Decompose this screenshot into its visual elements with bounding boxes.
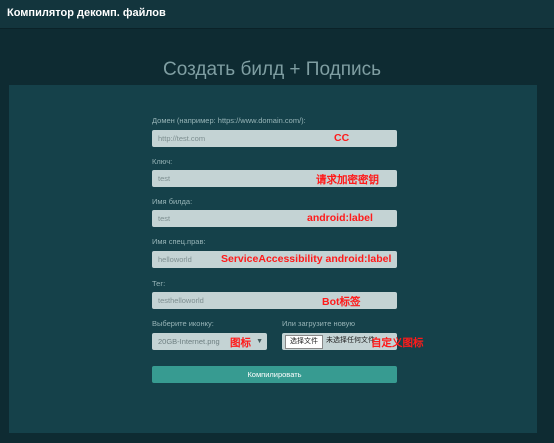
icon-select-annotation: 图标 xyxy=(230,337,251,349)
special-rights-annotation: ServiceAccessibility android:label xyxy=(221,253,392,265)
domain-input[interactable]: http://test.com xyxy=(152,130,397,147)
icon-upload-label: Или загрузите новую xyxy=(282,319,355,328)
tag-label: Тег: xyxy=(152,279,166,288)
compile-button[interactable]: Компилировать xyxy=(152,366,397,383)
choose-file-button[interactable]: 选择文件 xyxy=(285,335,323,349)
tag-annotation: Bot标签 xyxy=(322,296,361,308)
build-name-label: Имя билда: xyxy=(152,197,193,206)
icon-select-label: Выберите иконку: xyxy=(152,319,214,328)
icon-upload-annotation: 自定义图标 xyxy=(371,337,424,349)
icon-select-value: 20GB-Internet.png xyxy=(158,337,220,346)
chevron-down-icon: ▼ xyxy=(256,338,263,345)
domain-label: Домен (например: https://www.domain.com/… xyxy=(152,116,306,125)
app-title: Компилятор декомп. файлов xyxy=(7,7,166,19)
file-status: 未选择任何文件 xyxy=(326,337,375,344)
domain-annotation: CC xyxy=(334,132,350,144)
special-rights-label: Имя спец.прав: xyxy=(152,237,206,246)
key-annotation: 请求加密密钥 xyxy=(316,174,379,186)
top-bar: Компилятор декомп. файлов xyxy=(0,0,554,29)
build-name-annotation: android:label xyxy=(307,212,373,224)
key-label: Ключ: xyxy=(152,157,173,166)
page-title: Создать билд + Подпись xyxy=(163,59,381,80)
